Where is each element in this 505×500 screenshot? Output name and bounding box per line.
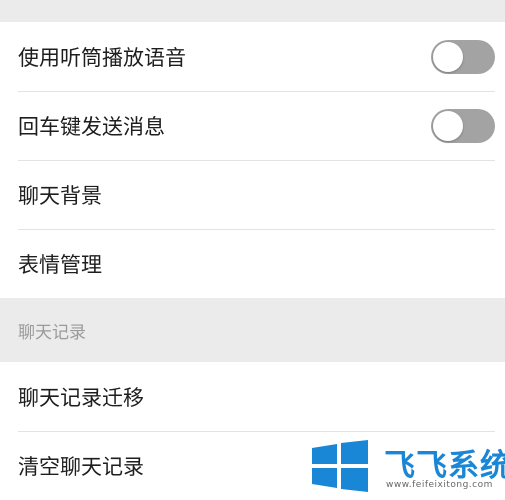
watermark-url: www.feifeixitong.com: [386, 480, 493, 490]
setting-label: 聊天记录迁移: [18, 385, 144, 410]
top-spacer: [0, 0, 505, 22]
setting-chat-background[interactable]: 聊天背景: [0, 160, 505, 229]
setting-sticker-management[interactable]: 表情管理: [0, 229, 505, 298]
site-watermark: 飞飞系统 www.feifeixitong.com: [306, 436, 505, 496]
setting-earpiece-playback[interactable]: 使用听筒播放语音: [0, 22, 505, 91]
section-header-chat-history: 聊天记录: [0, 298, 505, 362]
windows-logo-icon: [312, 440, 368, 492]
toggle-knob: [433, 110, 463, 141]
setting-label: 聊天背景: [18, 183, 102, 208]
watermark-brand: 飞飞系统: [384, 448, 505, 484]
setting-chat-history-migration[interactable]: 聊天记录迁移: [0, 362, 505, 431]
setting-enter-to-send[interactable]: 回车键发送消息: [0, 91, 505, 160]
toggle-knob: [433, 41, 463, 72]
enter-to-send-toggle[interactable]: [431, 108, 495, 143]
setting-label: 表情管理: [18, 252, 102, 277]
earpiece-playback-toggle[interactable]: [431, 39, 495, 74]
settings-group: 使用听筒播放语音 回车键发送消息 聊天背景 表情管理: [0, 22, 505, 298]
